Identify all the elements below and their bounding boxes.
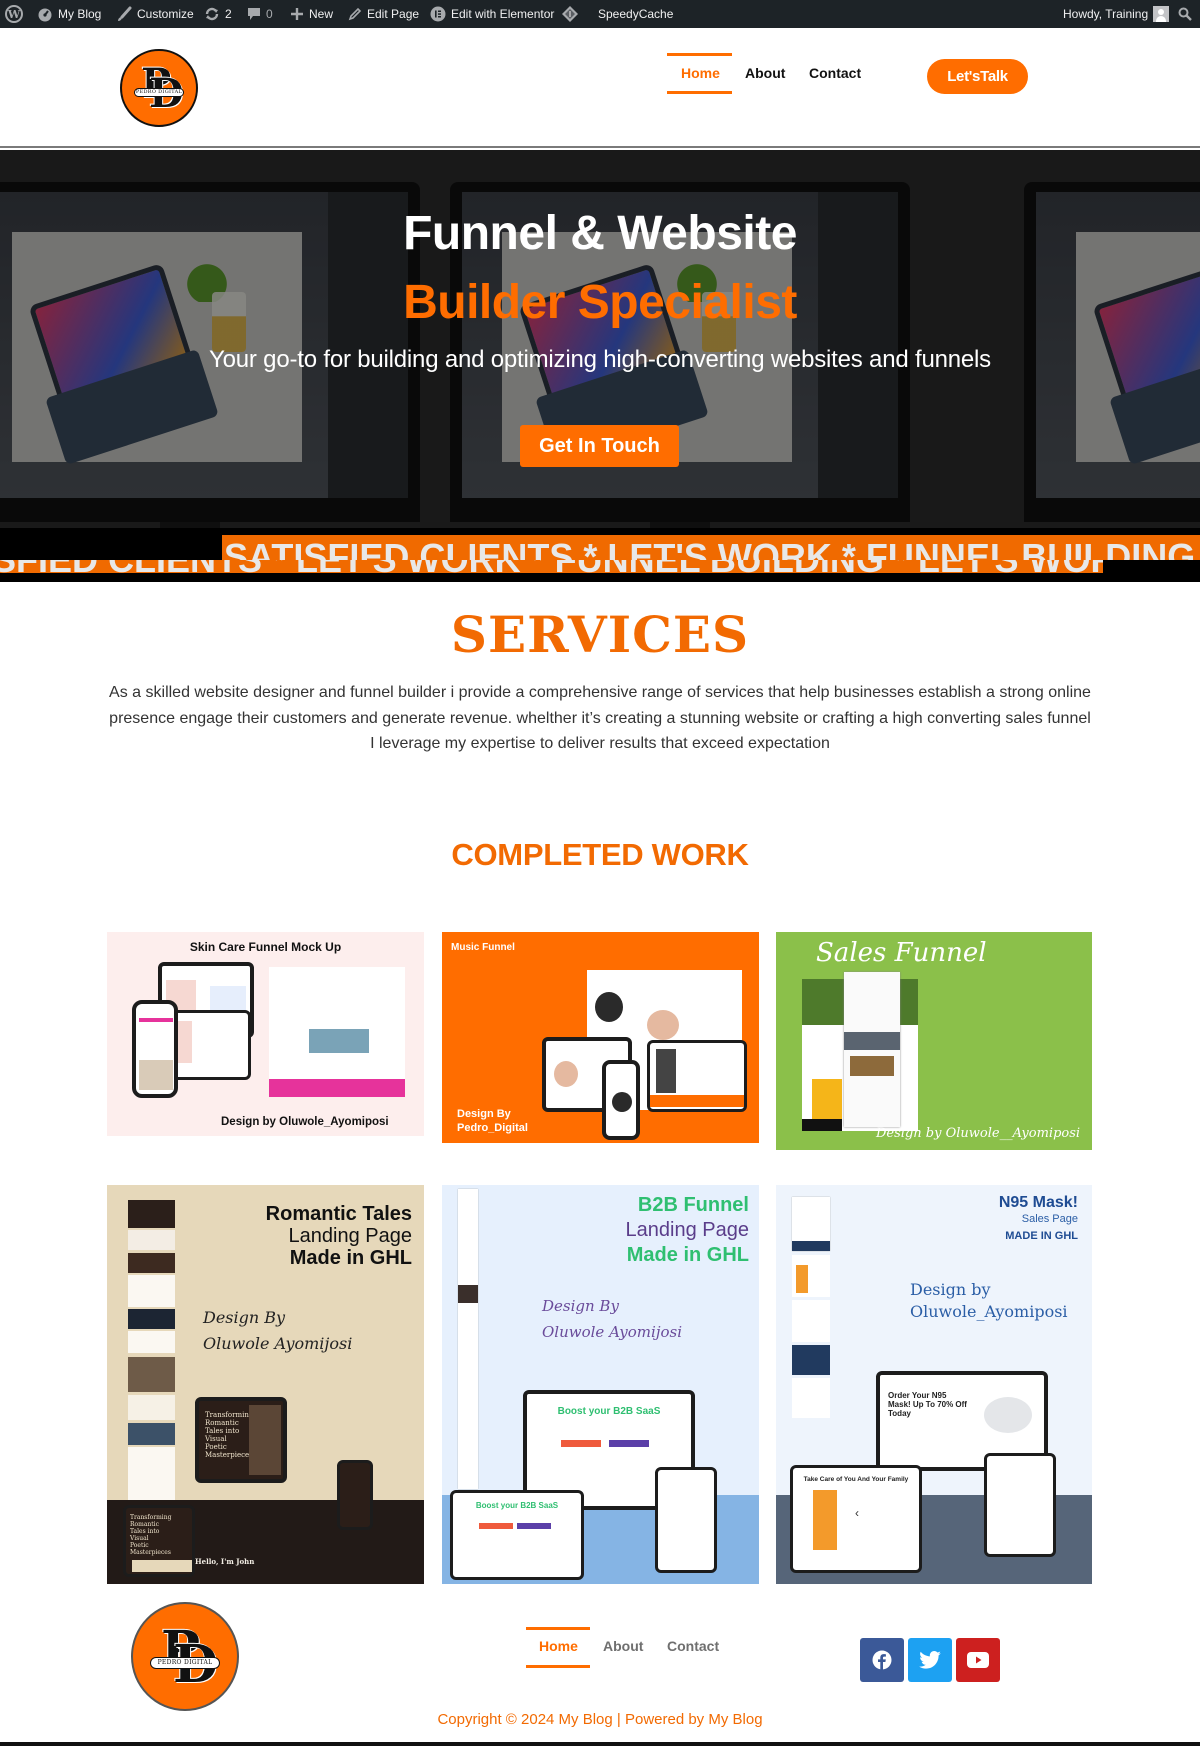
logo-band: PEDRO DIGITAL — [133, 88, 185, 97]
comment-bubble-icon — [248, 8, 260, 20]
portfolio-card-sales-funnel[interactable]: Sales Funnel Design by Oluwole__Ayomipos… — [776, 932, 1092, 1150]
card-title: B2B Funnel Landing Page Made in GHL — [625, 1194, 749, 1266]
site-name-link[interactable]: My Blog — [37, 0, 101, 28]
comments-link[interactable]: 0 — [247, 0, 273, 28]
page-mockup — [844, 972, 900, 1127]
marquee-text-top: SATISFIED CLIENTS * LET'S WORK * FUNNEL … — [224, 536, 1200, 561]
card-credit: Design by Oluwole__Ayomiposi — [876, 1126, 1081, 1141]
footer-nav-about[interactable]: About — [603, 1638, 643, 1654]
hero-title-line1: Funnel & Website — [403, 207, 797, 260]
twitter-icon — [919, 1651, 941, 1669]
paintbrush-icon — [118, 6, 132, 21]
card-credit: Design By Oluwole Ayomijosi — [203, 1308, 353, 1353]
youtube-icon — [967, 1652, 989, 1668]
admin-search-button[interactable] — [1178, 0, 1192, 28]
footer-nav-contact[interactable]: Contact — [667, 1638, 719, 1654]
facebook-link[interactable] — [860, 1638, 904, 1682]
services-heading: SERVICES — [450, 605, 750, 664]
tablet-mockup — [984, 1453, 1056, 1557]
tablet-mockup — [337, 1460, 373, 1530]
services-description: As a skilled website designer and funnel… — [109, 684, 1091, 752]
nav-active-indicator-bottom — [667, 91, 732, 94]
tablet-mockup — [655, 1467, 717, 1573]
completed-work-heading: COMPLETED WORK — [451, 837, 749, 872]
portfolio-card-romantic-tales[interactable]: Romantic Tales Landing Page Made in GHL De… — [107, 1185, 424, 1584]
long-page-mockup — [458, 1189, 478, 1489]
wp-admin-bar: W My Blog Customize 2 0 New Edit Page Ed… — [0, 0, 1200, 28]
speedycache-diamond-icon — [562, 6, 578, 22]
bottom-bar — [0, 1742, 1200, 1746]
footer-nav-active-top — [526, 1627, 590, 1630]
hero-subtitle: Your go-to for building and optimizing h… — [209, 346, 991, 373]
laptop-mockup — [647, 1040, 747, 1112]
search-icon — [1178, 7, 1192, 21]
portfolio-card-n95-mask[interactable]: N95 Mask! Sales Page MADE IN GHL Design by… — [776, 1185, 1092, 1584]
comments-count: 0 — [266, 7, 273, 21]
hero-title-line2: Builder Specialist — [403, 276, 797, 329]
marquee-text-bottom: SFIED CLIENTS * LET'S WORK * FUNNEL BUIL… — [0, 560, 1103, 573]
laptop-mockup: Take Care of You And Your Family ‹ — [790, 1465, 922, 1573]
facebook-icon — [872, 1650, 892, 1670]
card-title: Music Funnel — [451, 942, 515, 953]
twitter-link[interactable] — [908, 1638, 952, 1682]
card-title: Romantic Tales Landing Page Made in GHL — [265, 1203, 412, 1269]
edit-page-link[interactable]: Edit Page — [348, 0, 419, 28]
laptop-mockup: Boost your B2B SaaS — [450, 1490, 584, 1580]
card-credit: Design by Oluwole_Ayomiposi — [910, 1280, 1068, 1321]
updates-refresh-icon — [205, 7, 219, 21]
card-title: Skin Care Funnel Mock Up — [189, 940, 342, 954]
footer-copyright: Copyright © 2024 My Blog | Powered by My… — [437, 1711, 763, 1728]
elementor-icon — [430, 6, 446, 22]
nav-contact[interactable]: Contact — [809, 65, 861, 81]
marquee-band-top: SATISFIED CLIENTS * LET'S WORK * FUNNEL … — [222, 535, 1200, 560]
card-credit: Design By Pedro_Digital — [457, 1108, 528, 1134]
card-credit: Design By Oluwole Ayomijosi — [542, 1297, 682, 1341]
user-avatar-icon — [1153, 6, 1170, 22]
new-content-link[interactable]: New — [290, 0, 333, 28]
my-account-menu[interactable]: Howdy, Training — [1063, 0, 1170, 28]
page-mockup — [269, 967, 405, 1097]
updates-count: 2 — [225, 7, 232, 21]
wordpress-logo-icon: W — [5, 5, 23, 23]
marquee-ticker: SATISFIED CLIENTS * LET'S WORK * FUNNEL … — [0, 528, 1200, 582]
footer-logo[interactable]: PD PEDRO DIGITAL — [131, 1602, 239, 1711]
card-title: N95 Mask! Sales Page MADE IN GHL — [998, 1194, 1078, 1243]
lets-talk-button[interactable]: Let'sTalk — [927, 59, 1028, 94]
howdy-greeting: Howdy, Training — [1063, 7, 1149, 21]
updates-link[interactable]: 2 — [204, 0, 232, 28]
nav-active-indicator-top — [667, 53, 732, 56]
portfolio-card-music-funnel[interactable]: Music Funnel Design By Pedro_Digital — [442, 932, 759, 1143]
youtube-link[interactable] — [956, 1638, 1000, 1682]
customize-link[interactable]: Customize — [116, 0, 194, 28]
logo-band: PEDRO DIGITAL — [149, 1656, 221, 1670]
speedycache-menu[interactable]: SpeedyCache — [561, 0, 673, 28]
monitor-mockup: Transforming Romantic Tales into Visual … — [195, 1397, 287, 1483]
wordpress-menu[interactable]: W — [5, 0, 23, 28]
footer-nav-active-bottom — [526, 1665, 590, 1668]
phone-mockup — [602, 1060, 640, 1140]
site-name: My Blog — [58, 7, 102, 21]
card-title: Sales Funnel — [816, 938, 987, 968]
pencil-icon — [348, 7, 362, 21]
portfolio-card-skin-care[interactable]: Skin Care Funnel Mock Up Design by Oluwo… — [107, 932, 424, 1136]
site-logo[interactable]: PD PEDRO DIGITAL — [120, 49, 198, 127]
phone-mockup — [132, 1000, 178, 1098]
get-in-touch-button[interactable]: Get In Touch — [520, 425, 679, 467]
nav-home[interactable]: Home — [681, 65, 720, 81]
laptop-mockup: Transforming Romantic Tales into Visual … — [123, 1505, 195, 1577]
dashboard-gauge-icon — [38, 8, 52, 22]
marquee-band-bottom: SFIED CLIENTS * LET'S WORK * FUNNEL BUIL… — [0, 560, 1103, 573]
card-credit: Design by Oluwole_Ayomiposi — [221, 1116, 389, 1128]
edit-with-elementor-link[interactable]: Edit with Elementor — [430, 0, 554, 28]
nav-about[interactable]: About — [745, 65, 785, 81]
plus-icon — [291, 8, 303, 20]
carousel-prev-arrow-icon: ‹ — [855, 1506, 859, 1520]
footer-nav-home[interactable]: Home — [539, 1638, 578, 1654]
portfolio-card-b2b-funnel[interactable]: B2B Funnel Landing Page Made in GHL Design… — [442, 1185, 759, 1584]
